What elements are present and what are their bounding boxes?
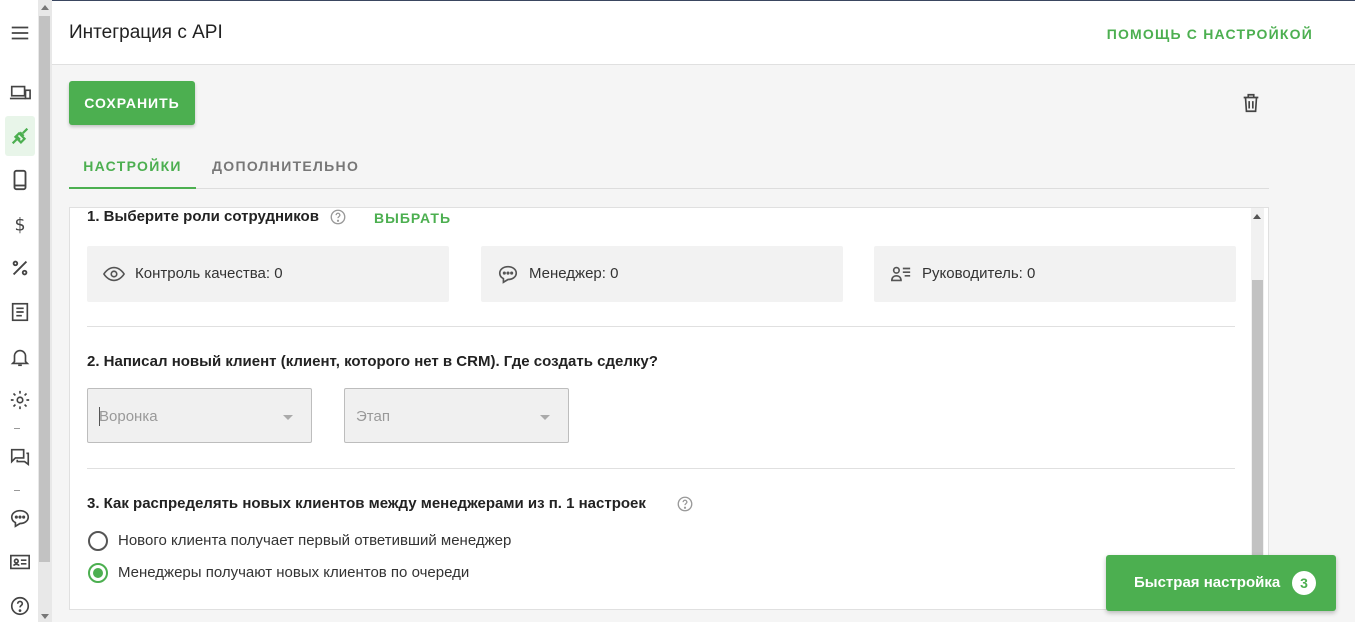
section-divider <box>87 468 1235 469</box>
role-card-head[interactable]: Руководитель: 0 <box>874 246 1236 302</box>
scroll-up-arrow[interactable] <box>1253 214 1261 219</box>
page-title: Интеграция с API <box>69 22 223 43</box>
chat-dots-icon <box>498 265 518 284</box>
caret-down-icon <box>283 415 293 420</box>
role-label-manager: Менеджер: 0 <box>529 265 619 282</box>
save-button[interactable]: СОХРАНИТЬ <box>69 81 195 125</box>
radio-first-responder[interactable] <box>88 531 108 551</box>
choose-roles-link[interactable]: ВЫБРАТЬ <box>374 210 451 226</box>
question-icon[interactable] <box>676 495 694 513</box>
question-icon[interactable] <box>329 208 347 226</box>
quick-setup-label: Быстрая настройка <box>1134 574 1281 591</box>
caret-down-icon <box>540 415 550 420</box>
gear-icon[interactable] <box>5 385 35 415</box>
divider <box>14 490 20 491</box>
quick-setup-badge: 3 <box>1292 571 1316 595</box>
menu-icon[interactable] <box>5 18 35 48</box>
plug-icon[interactable] <box>5 116 35 156</box>
help-icon[interactable] <box>5 591 35 621</box>
radio-label-round-robin: Менеджеры получают новых клиентов по оче… <box>118 564 470 581</box>
percent-icon[interactable] <box>5 253 35 283</box>
bell-icon[interactable] <box>5 342 35 372</box>
section-new-client-title: 2. Написал новый клиент (клиент, которог… <box>87 353 658 370</box>
stage-select[interactable]: Этап <box>344 388 569 443</box>
funnel-placeholder: Воронка <box>99 408 158 425</box>
tab-bar: НАСТРОЙКИ ДОПОЛНИТЕЛЬНО <box>69 143 1269 189</box>
section-divider <box>87 326 1235 327</box>
panel-scrollbar[interactable] <box>1251 208 1264 609</box>
sidebar: $ <box>0 0 38 622</box>
eye-icon <box>103 266 125 282</box>
section-roles-title: 1. Выберите роли сотрудников <box>87 208 319 225</box>
trash-icon[interactable] <box>1240 92 1262 114</box>
phone-icon[interactable] <box>5 165 35 195</box>
sidebar-scrollbar[interactable] <box>38 0 52 622</box>
radio-round-robin[interactable] <box>88 563 108 583</box>
role-card-quality[interactable]: Контроль качества: 0 <box>87 246 449 302</box>
funnel-select[interactable]: Воронка <box>87 388 312 443</box>
tab-additional[interactable]: ДОПОЛНИТЕЛЬНО <box>212 143 358 189</box>
document-icon[interactable] <box>5 297 35 327</box>
divider <box>14 428 20 429</box>
role-label-quality: Контроль качества: 0 <box>135 265 283 282</box>
help-setup-link[interactable]: ПОМОЩЬ С НАСТРОЙКОЙ <box>1107 26 1313 42</box>
quick-setup-button[interactable]: Быстрая настройка 3 <box>1106 555 1336 611</box>
radio-label-first-responder: Нового клиента получает первый ответивши… <box>118 532 512 549</box>
role-label-head: Руководитель: 0 <box>922 265 1036 282</box>
section-distribution-title: 3. Как распределять новых клиентов между… <box>87 495 646 512</box>
settings-panel: 1. Выберите роли сотрудников ВЫБРАТЬ Кон… <box>69 207 1269 610</box>
person-list-icon <box>891 266 911 282</box>
scroll-down-arrow[interactable] <box>41 614 49 619</box>
top-header: Интеграция с API ПОМОЩЬ С НАСТРОЙКОЙ <box>52 0 1355 65</box>
chat-forum-icon[interactable] <box>5 442 35 472</box>
dollar-icon[interactable]: $ <box>5 209 35 239</box>
scroll-up-arrow[interactable] <box>41 5 49 10</box>
scroll-thumb[interactable] <box>39 16 50 562</box>
chat-bubble-icon[interactable] <box>5 503 35 533</box>
contact-card-icon[interactable] <box>5 547 35 577</box>
stage-placeholder: Этап <box>356 408 390 425</box>
svg-text:$: $ <box>15 215 26 235</box>
tab-settings[interactable]: НАСТРОЙКИ <box>69 143 196 189</box>
role-card-manager[interactable]: Менеджер: 0 <box>481 246 843 302</box>
devices-icon[interactable] <box>5 78 35 108</box>
